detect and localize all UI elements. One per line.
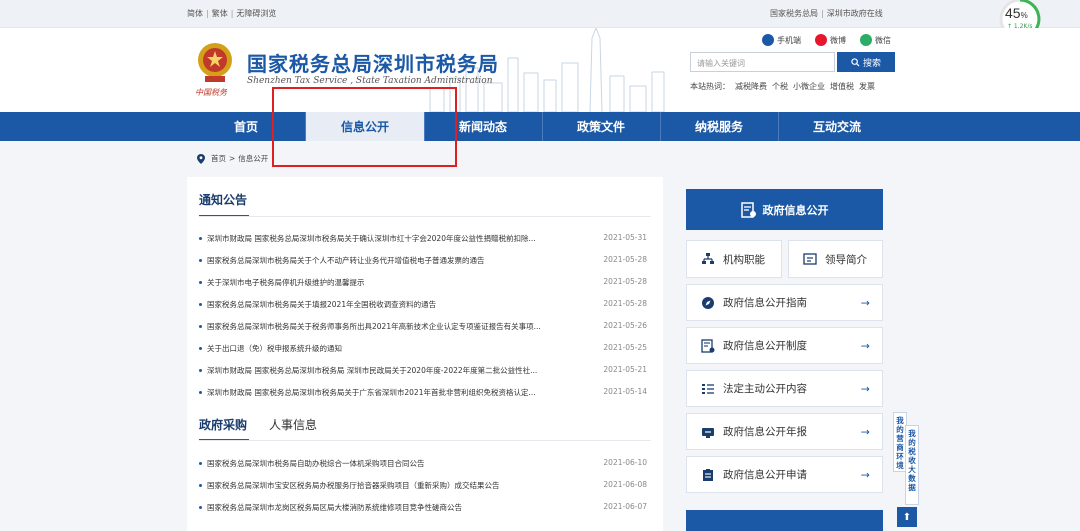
- nav-news[interactable]: 新闻动态: [424, 112, 542, 141]
- list-item[interactable]: 国家税务总局深圳市龙岗区税务局区局大楼消防系统维修项目竞争性磋商公告 2021-0…: [199, 501, 653, 515]
- hot-word[interactable]: 发票: [859, 82, 875, 91]
- breadcrumb-home[interactable]: 首页: [211, 153, 226, 164]
- sidebar-bottom-banner[interactable]: [686, 510, 883, 531]
- traditional-chinese-link[interactable]: 繁体: [212, 9, 228, 18]
- nav-tax-service[interactable]: 纳税服务: [660, 112, 778, 141]
- hot-word[interactable]: 减税降费: [735, 82, 767, 91]
- nav-home[interactable]: 首页: [187, 112, 305, 141]
- nav-info-disclosure[interactable]: 信息公开: [306, 112, 424, 141]
- simplified-chinese-link[interactable]: 简体: [187, 9, 203, 18]
- list-icon: [702, 383, 714, 394]
- site-title[interactable]: 国家税务总局深圳市税务局: [247, 48, 499, 77]
- list-item[interactable]: 关于深圳市电子税务局停机升级维护的温馨提示 2021-05-28: [199, 276, 653, 290]
- hot-word[interactable]: 个税: [772, 82, 788, 91]
- list-item[interactable]: 国家税务总局深圳市税务局关于填报2021年全国税收调查资料的通告 2021-05-…: [199, 298, 653, 312]
- report-icon: [702, 427, 714, 438]
- breadcrumb-current: 信息公开: [238, 154, 269, 163]
- document-icon: [740, 201, 756, 218]
- arrow-right-icon: →: [860, 339, 870, 352]
- arrow-right-icon: →: [860, 296, 870, 309]
- list-item[interactable]: 国家税务总局深圳市税务局自助办税综合一体机采购项目合同公告 2021-06-10: [199, 457, 653, 471]
- tab-personnel[interactable]: 人事信息: [269, 416, 317, 433]
- arrow-up-icon: ⬆: [902, 511, 912, 523]
- arrow-right-icon: →: [860, 425, 870, 438]
- arrow-right-icon: →: [860, 382, 870, 395]
- statutory-disclosure-button[interactable]: 法定主动公开内容 →: [686, 370, 883, 407]
- org-functions-button[interactable]: 机构职能: [686, 240, 782, 278]
- sz-gov-link[interactable]: 深圳市政府在线: [827, 9, 883, 18]
- language-links: 简体 | 繁体 | 无障碍浏览: [187, 9, 277, 18]
- profile-card-icon: [803, 253, 817, 265]
- accessible-browse-link[interactable]: 无障碍浏览: [236, 9, 276, 18]
- leader-intro-button[interactable]: 领导简介: [788, 240, 883, 278]
- compass-icon: [702, 296, 714, 309]
- speed-percent: 45: [1005, 5, 1021, 21]
- sta-link[interactable]: 国家税务总局: [770, 9, 818, 18]
- tab-procurement[interactable]: 政府采购: [199, 416, 247, 433]
- list-item[interactable]: 深圳市财政局 国家税务总局深圳市税务局 深圳市民政局关于2020年度-2022年…: [199, 364, 653, 378]
- annual-report-button[interactable]: 政府信息公开年报 →: [686, 413, 883, 450]
- notice-section-title[interactable]: 通知公告: [199, 191, 247, 208]
- nav-policies[interactable]: 政策文件: [542, 112, 660, 141]
- hot-word[interactable]: 小微企业: [793, 82, 825, 91]
- disclosure-rules-button[interactable]: 政府信息公开制度 →: [686, 327, 883, 364]
- search-input[interactable]: 请输入关键词: [690, 52, 835, 72]
- back-to-top-button[interactable]: ⬆: [897, 507, 917, 527]
- list-item[interactable]: 国家税务总局深圳市税务局关于个人不动产转让业务代开增值税电子普通发票的通告 202…: [199, 254, 653, 268]
- main-nav: 首页 信息公开 新闻动态 政策文件 纳税服务 互动交流: [0, 112, 1080, 141]
- list-item[interactable]: 深圳市财政局 国家税务总局深圳市税务局关于确认深圳市红十字会2020年度公益性捐…: [199, 232, 653, 246]
- weibo-link[interactable]: 微博: [815, 34, 846, 46]
- search-button[interactable]: 搜索: [837, 52, 895, 72]
- national-emblem-icon: [198, 43, 232, 82]
- rules-document-icon: [701, 338, 715, 353]
- mobile-link[interactable]: 手机端: [762, 34, 801, 46]
- org-chart-icon: [702, 253, 714, 264]
- breadcrumb: 首页 > 信息公开: [197, 153, 268, 164]
- list-item[interactable]: 国家税务总局深圳市宝安区税务局办税服务厅拾音器采购项目（重新采购）成交结果公告 2…: [199, 479, 653, 493]
- clipboard-icon: [703, 468, 713, 481]
- list-item[interactable]: 国家税务总局深圳市税务局关于税务师事务所出具2021年高新技术企业认定专项鉴证报…: [199, 320, 653, 334]
- china-tax-mark: 中国税务: [195, 88, 227, 97]
- list-item[interactable]: 关于出口退（免）税申报系统升级的通知 2021-05-25: [199, 342, 653, 356]
- gov-info-disclosure-button[interactable]: 政府信息公开: [686, 189, 883, 230]
- search-icon: [851, 57, 860, 67]
- tax-bigdata-float-tab[interactable]: 我的税收大数据: [905, 425, 919, 505]
- hot-word[interactable]: 增值税: [830, 82, 854, 91]
- wechat-icon: [860, 34, 872, 46]
- weibo-icon: [815, 34, 827, 46]
- nav-interaction[interactable]: 互动交流: [778, 112, 896, 141]
- main-content: 通知公告 深圳市财政局 国家税务总局深圳市税务局关于确认深圳市红十字会2020年…: [187, 177, 663, 531]
- disclosure-request-button[interactable]: 政府信息公开申请 →: [686, 456, 883, 493]
- site-subtitle: Shenzhen Tax Service , State Taxation Ad…: [247, 76, 493, 86]
- mobile-icon: [762, 34, 774, 46]
- list-item[interactable]: 深圳市财政局 国家税务总局深圳市税务局关于广东省深圳市2021年首批非营利组织免…: [199, 386, 653, 400]
- wechat-link[interactable]: 微信: [860, 34, 891, 46]
- disclosure-guide-button[interactable]: 政府信息公开指南 →: [686, 284, 883, 321]
- page: 简体 | 繁体 | 无障碍浏览 国家税务总局 | 深圳市政府在线 45% ↑ 1.2K/s: [0, 0, 1080, 531]
- top-utility-bar: 简体 | 繁体 | 无障碍浏览 国家税务总局 | 深圳市政府在线: [0, 0, 1080, 28]
- external-links: 国家税务总局 | 深圳市政府在线: [770, 9, 883, 18]
- site-header: 中国税务 国家税务总局深圳市税务局 Shenzhen Tax Service ,…: [0, 28, 1080, 112]
- location-pin-icon: [197, 153, 205, 164]
- arrow-right-icon: →: [860, 468, 870, 481]
- hot-words: 本站热词： 减税降费 个税 小微企业 增值税 发票: [690, 82, 875, 91]
